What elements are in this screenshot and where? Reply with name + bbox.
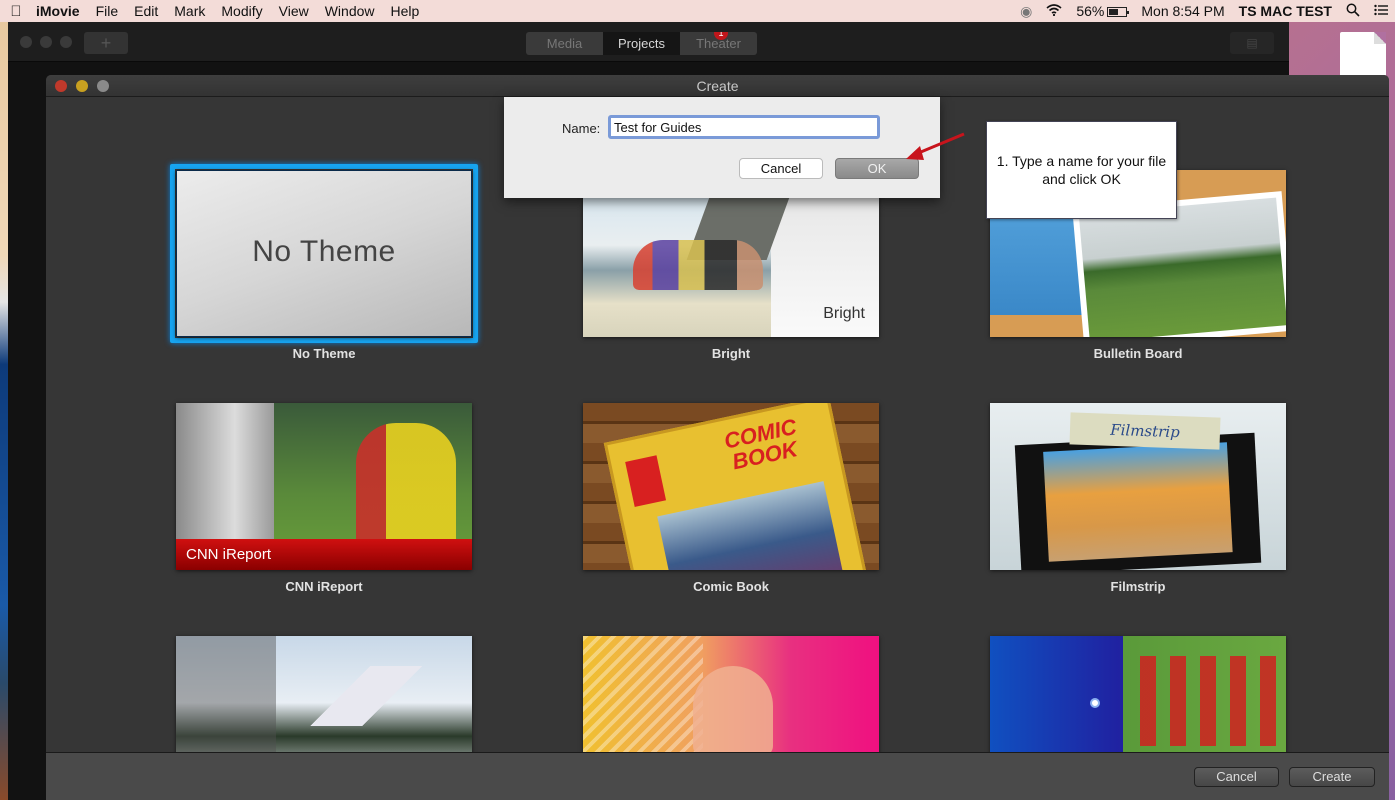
apple-menu-icon[interactable]: : [0, 3, 32, 20]
thumbnail-banner: CNN iReport: [176, 539, 472, 570]
tab-projects[interactable]: Projects: [603, 32, 680, 55]
menu-bar:  iMovie File Edit Mark Modify View Wind…: [0, 0, 1395, 22]
spotlight-icon[interactable]: [1339, 3, 1367, 20]
share-icon: ▤: [1246, 36, 1258, 50]
thumbnail-filmstrip: [1014, 432, 1262, 570]
thumbnail-peaks: [266, 666, 466, 726]
thumbnail-title: No Theme: [252, 235, 396, 268]
theme-label: Comic Book: [693, 579, 769, 594]
create-minimize-button[interactable]: [76, 80, 88, 92]
thumbnail-kids: [356, 423, 456, 541]
create-window-title: Create: [696, 78, 739, 94]
theme-label: No Theme: [292, 346, 356, 361]
thumbnail-kids: [1140, 656, 1280, 746]
dialog-cancel-button[interactable]: Cancel: [739, 158, 823, 179]
thumbnail-people: [633, 240, 763, 290]
clock[interactable]: Mon 8:54 PM: [1134, 3, 1231, 19]
thumbnail-photo: [657, 481, 845, 570]
thumbnail-location-dot: [1090, 698, 1100, 708]
notification-center-icon[interactable]: [1367, 3, 1395, 19]
thumbnail-comic-cover: COMIC BOOK: [603, 403, 869, 570]
annotation-arrow-icon: [906, 132, 965, 160]
battery-status[interactable]: 56%: [1069, 3, 1134, 19]
tab-projects-label: Projects: [618, 36, 665, 51]
creative-cloud-icon[interactable]: ◉: [1013, 3, 1039, 20]
thumbnail-title: CNN iReport: [186, 546, 272, 563]
battery-icon: [1107, 7, 1130, 18]
menu-mark[interactable]: Mark: [166, 3, 213, 19]
menu-modify[interactable]: Modify: [213, 3, 270, 19]
plus-icon: +: [100, 33, 112, 53]
theme-thumbnail[interactable]: Filmstrip: [990, 403, 1286, 570]
theme-label: CNN iReport: [285, 579, 363, 594]
battery-percent: 56%: [1076, 3, 1105, 19]
theme-thumbnail[interactable]: COMIC BOOK: [583, 403, 879, 570]
add-button[interactable]: +: [84, 32, 128, 54]
wifi-icon[interactable]: [1039, 3, 1069, 19]
create-button[interactable]: Create: [1289, 767, 1375, 787]
name-input[interactable]: [608, 115, 880, 139]
create-cancel-button[interactable]: Cancel: [1194, 767, 1279, 787]
name-label: Name:: [562, 121, 601, 136]
window-close-button[interactable]: [20, 36, 32, 48]
name-dialog: Name: Cancel OK: [504, 97, 940, 198]
create-close-button[interactable]: [55, 80, 67, 92]
desktop-document-icon[interactable]: [1340, 32, 1386, 78]
window-minimize-button[interactable]: [40, 36, 52, 48]
menu-window[interactable]: Window: [317, 3, 383, 19]
create-zoom-button[interactable]: [97, 80, 109, 92]
theme-label: Bulletin Board: [1093, 346, 1183, 361]
window-zoom-button[interactable]: [60, 36, 72, 48]
thumbnail-map: [176, 403, 274, 541]
theme-thumbnail[interactable]: CNN iReport: [176, 403, 472, 570]
instruction-callout: 1. Type a name for your file and click O…: [986, 121, 1177, 219]
theme-thumbnail[interactable]: No Theme: [176, 170, 472, 337]
imovie-toolbar: + Media Projects Theater 1 ▤: [8, 22, 1289, 62]
theme-label: Filmstrip: [1110, 579, 1166, 594]
menu-help[interactable]: Help: [383, 3, 428, 19]
tab-media[interactable]: Media: [526, 32, 603, 55]
thumbnail-title: Filmstrip: [1069, 412, 1221, 450]
create-bottom-bar: Cancel Create: [46, 752, 1389, 800]
user-name[interactable]: TS MAC TEST: [1232, 3, 1339, 19]
share-button[interactable]: ▤: [1230, 32, 1274, 54]
desktop-background-left: [0, 22, 8, 800]
theme-label: Bright: [711, 346, 751, 361]
thumbnail-red-box: [625, 455, 667, 507]
create-window-titlebar: Create: [46, 75, 1389, 97]
menu-app-name[interactable]: iMovie: [32, 3, 88, 19]
tab-media-label: Media: [546, 36, 583, 51]
thumbnail-title: COMIC BOOK: [721, 413, 800, 475]
menu-edit[interactable]: Edit: [126, 3, 166, 19]
callout-text: 1. Type a name for your file and click O…: [996, 153, 1167, 187]
view-switcher: Media Projects Theater 1: [526, 32, 757, 55]
thumbnail-person: [693, 666, 773, 756]
menu-view[interactable]: View: [271, 3, 317, 19]
thumbnail-title: Bright: [823, 305, 865, 322]
tab-theater[interactable]: Theater 1: [680, 32, 757, 55]
menu-file[interactable]: File: [88, 3, 127, 19]
